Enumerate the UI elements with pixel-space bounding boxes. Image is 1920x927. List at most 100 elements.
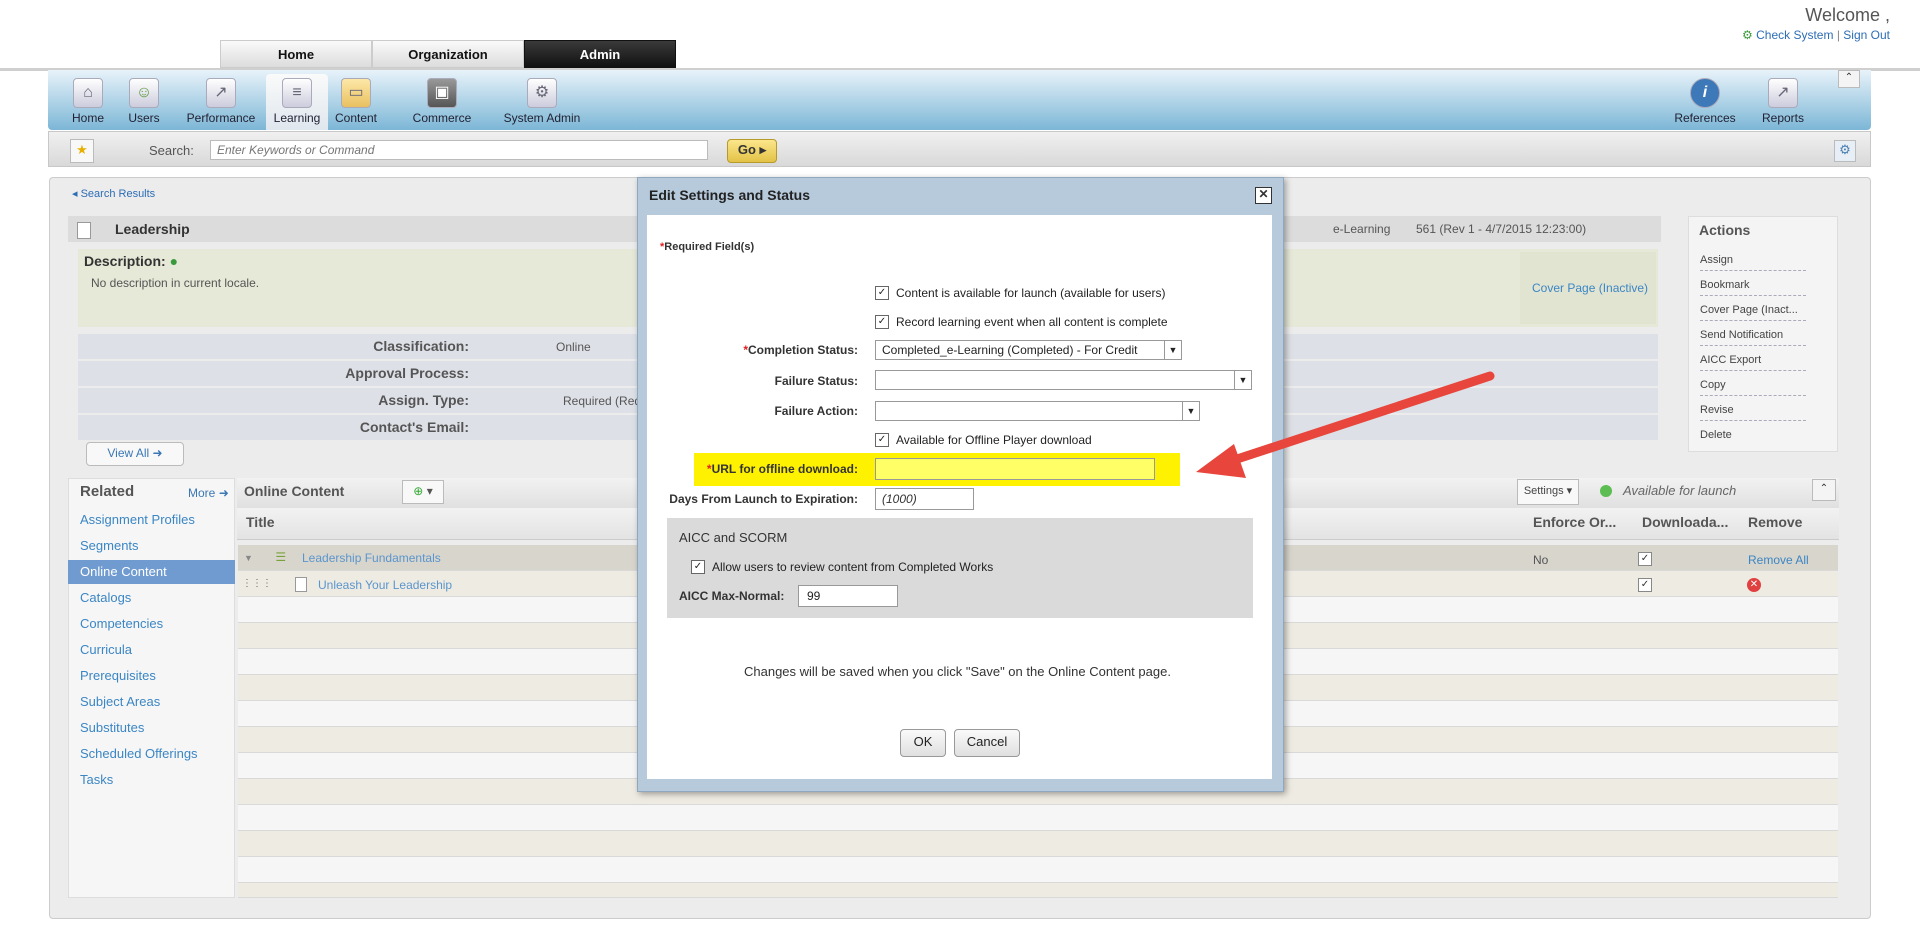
review-content-checkbox[interactable]: ✓: [691, 560, 705, 574]
tab-home[interactable]: Home: [220, 40, 372, 68]
record-learning-checkbox[interactable]: ✓: [875, 315, 889, 329]
table-row: [238, 831, 1838, 857]
completion-status-select[interactable]: Completed_e-Learning (Completed) - For C…: [875, 340, 1182, 360]
related-more-link[interactable]: More ➜: [188, 486, 229, 500]
tab-organization[interactable]: Organization: [372, 40, 524, 68]
related-item-online-content[interactable]: Online Content: [68, 560, 235, 584]
row-downloadable-checkbox[interactable]: ✓: [1638, 578, 1652, 592]
offline-player-checkbox[interactable]: ✓: [875, 433, 889, 447]
module-label: Learning: [273, 111, 321, 125]
related-item-assignment-profiles[interactable]: Assignment Profiles: [68, 508, 235, 532]
go-button[interactable]: Go ▸: [727, 139, 777, 163]
row-enforce-order: No: [1533, 553, 1549, 567]
module-commerce[interactable]: ▣ Commerce: [402, 78, 482, 125]
action-bookmark[interactable]: Bookmark: [1700, 279, 1806, 296]
content-available-checkbox[interactable]: ✓: [875, 286, 889, 300]
related-item-curricula[interactable]: Curricula: [68, 638, 235, 662]
view-all-button[interactable]: View All ➜: [86, 442, 184, 466]
failure-action-select[interactable]: ▼: [875, 401, 1200, 421]
chevron-down-icon: ▾: [426, 484, 433, 498]
learning-icon: ≡: [282, 78, 312, 108]
column-downloadable[interactable]: Downloada...: [1642, 514, 1728, 530]
remove-icon[interactable]: ✕: [1747, 578, 1761, 592]
module-references[interactable]: i References: [1665, 78, 1745, 125]
group-icon: ☰: [275, 550, 287, 564]
admin-icon: ⚙: [527, 78, 557, 108]
cover-page-link[interactable]: Cover Page (Inactive): [1532, 281, 1648, 295]
column-enforce-order[interactable]: Enforce Or...: [1533, 514, 1616, 530]
collapse-button[interactable]: ⌃: [1812, 479, 1836, 501]
breadcrumb[interactable]: ◂ Search Results: [72, 187, 155, 200]
related-item-segments[interactable]: Segments: [68, 534, 235, 558]
related-item-catalogs[interactable]: Catalogs: [68, 586, 235, 610]
action-copy[interactable]: Copy: [1700, 379, 1806, 396]
module-bar: ⌂ Home ☺ Users ↗ Performance ≡ Learning ▭ Con…: [48, 70, 1871, 130]
related-item-competencies[interactable]: Competencies: [68, 612, 235, 636]
plus-icon: ⊕: [413, 484, 424, 498]
related-item-scheduled-offerings[interactable]: Scheduled Offerings: [68, 742, 235, 766]
expand-group-icon[interactable]: ▼ ☰: [244, 550, 286, 564]
link-separator: |: [1836, 28, 1840, 42]
url-offline-label: *URL for offline download:: [700, 462, 858, 476]
ok-button[interactable]: OK: [900, 729, 946, 757]
column-remove[interactable]: Remove: [1748, 514, 1802, 530]
modal-title: Edit Settings and Status: [649, 187, 811, 203]
offline-player-label: Available for Offline Player download: [896, 433, 1092, 447]
cancel-button[interactable]: Cancel: [954, 729, 1020, 757]
collapse-up-icon: ⌃: [1844, 72, 1854, 83]
row-downloadable-checkbox[interactable]: ✓: [1638, 552, 1652, 566]
action-revise[interactable]: Revise: [1700, 404, 1806, 421]
related-item-substitutes[interactable]: Substitutes: [68, 716, 235, 740]
module-label: Commerce: [412, 111, 472, 125]
gear-icon[interactable]: ⚙: [1834, 140, 1856, 162]
review-content-label: Allow users to review content from Compl…: [712, 560, 994, 574]
related-item-subject-areas[interactable]: Subject Areas: [68, 690, 235, 714]
url-offline-input[interactable]: [875, 458, 1155, 480]
module-performance[interactable]: ↗ Performance: [171, 78, 271, 125]
action-aicc-export[interactable]: AICC Export: [1700, 354, 1806, 371]
related-item-prerequisites[interactable]: Prerequisites: [68, 664, 235, 688]
module-label: Home: [71, 111, 104, 125]
drag-handle-icon[interactable]: ⋮⋮⋮: [242, 578, 272, 589]
annotation-arrow-icon: [1196, 371, 1495, 478]
module-system-admin[interactable]: ⚙ System Admin: [492, 78, 592, 125]
action-assign[interactable]: Assign: [1700, 254, 1806, 271]
view-all-label: View All: [107, 446, 150, 460]
expiration-input[interactable]: (1000): [875, 488, 974, 510]
record-learning-label: Record learning event when all content i…: [896, 315, 1168, 329]
add-content-button[interactable]: ⊕ ▾: [402, 480, 444, 504]
settings-dropdown[interactable]: Settings ▾: [1517, 479, 1579, 505]
row-title-link[interactable]: Unleash Your Leadership: [318, 578, 452, 592]
column-title[interactable]: Title: [246, 514, 275, 530]
briefcase-icon: ▣: [427, 78, 457, 108]
table-row: [238, 857, 1838, 883]
attr-label: Classification:: [373, 338, 469, 354]
globe-icon[interactable]: ●: [170, 253, 178, 269]
action-send-notification[interactable]: Send Notification: [1700, 329, 1806, 346]
required-note: *Required Field(s): [660, 241, 754, 253]
favorites-star-icon[interactable]: ★: [70, 139, 94, 163]
page-title: Leadership: [115, 221, 190, 237]
arrow-right-icon: ➜: [152, 446, 163, 460]
collapse-up-icon: ⌃: [1819, 483, 1829, 494]
sign-out-link[interactable]: Sign Out: [1843, 28, 1890, 42]
search-input[interactable]: [210, 140, 708, 160]
action-delete[interactable]: Delete: [1700, 429, 1806, 445]
more-label: More: [188, 486, 216, 500]
check-system-link[interactable]: Check System: [1756, 28, 1833, 42]
attr-value: Online: [556, 340, 591, 354]
close-icon[interactable]: ✕: [1255, 187, 1272, 204]
collapse-modules-button[interactable]: ⌃: [1838, 70, 1860, 88]
tab-admin[interactable]: Admin: [524, 40, 676, 68]
top-tabs: Home Organization Admin: [220, 40, 676, 68]
module-learning[interactable]: ≡ Learning: [266, 74, 328, 130]
module-reports[interactable]: ↗ Reports: [1743, 78, 1823, 125]
module-content[interactable]: ▭ Content: [326, 78, 386, 125]
remove-all-link[interactable]: Remove All: [1748, 553, 1809, 567]
reports-icon: ↗: [1768, 78, 1798, 108]
action-cover-page[interactable]: Cover Page (Inact...: [1700, 304, 1806, 321]
maxnorm-input[interactable]: 99: [798, 585, 898, 607]
related-item-tasks[interactable]: Tasks: [68, 768, 235, 792]
arrow-right-icon: ➜: [218, 486, 229, 500]
row-title-link[interactable]: Leadership Fundamentals: [302, 551, 441, 565]
